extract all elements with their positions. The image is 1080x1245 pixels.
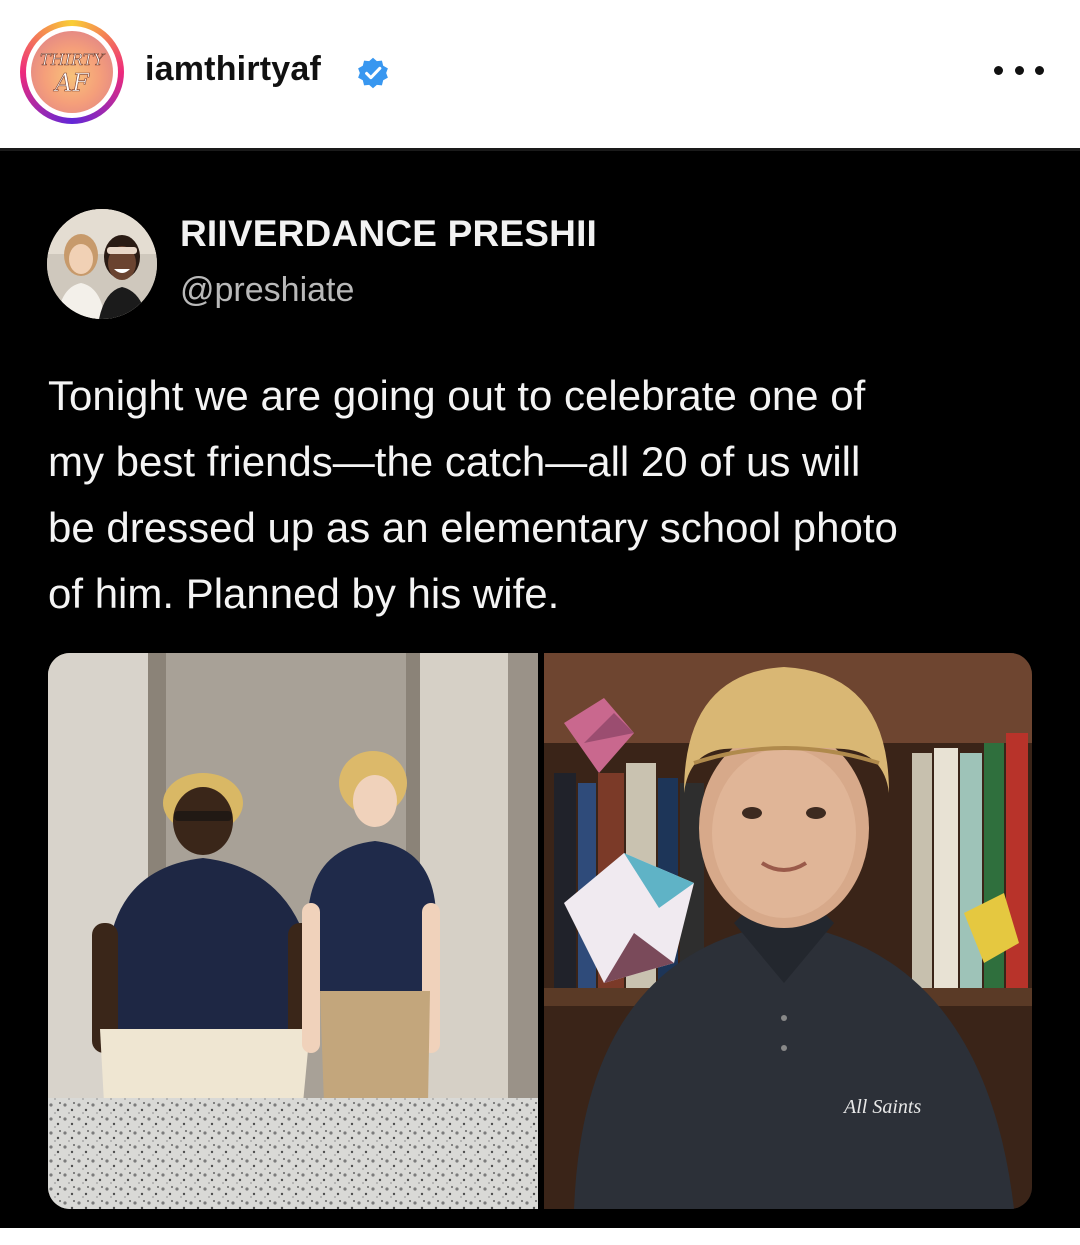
post-bottom-edge: [0, 1228, 1080, 1245]
school-photo[interactable]: All Saints: [544, 653, 1032, 1209]
tweet-text-line: my best friends—the catch—all 20 of us w…: [48, 438, 861, 485]
tweet-author-avatar[interactable]: [47, 209, 157, 319]
instagram-post-header: THIRTY AF iamthirtyaf: [0, 0, 1080, 148]
tweet-text: Tonight we are going out to celebrate on…: [48, 363, 1038, 627]
tweet-text-line: Tonight we are going out to celebrate on…: [48, 372, 866, 419]
tweet-display-name[interactable]: RIIVERDANCE PRESHII: [180, 213, 597, 255]
tweet-screenshot: RIIVERDANCE PRESHII @preshiate Tonight w…: [0, 148, 1080, 1231]
costume-photo-image: [48, 653, 538, 1209]
more-options-icon[interactable]: [994, 60, 1044, 80]
svg-text:AF: AF: [53, 69, 90, 97]
avatar-photo: [47, 209, 157, 319]
tweet-media[interactable]: All Saints: [48, 653, 1032, 1209]
verified-badge-icon: [358, 57, 388, 89]
svg-text:THIRTY: THIRTY: [40, 50, 105, 69]
profile-avatar-frame: THIRTY AF: [26, 26, 118, 118]
tweet-text-line: be dressed up as an elementary school ph…: [48, 504, 898, 551]
profile-username[interactable]: iamthirtyaf: [145, 50, 321, 89]
shirt-logo: All Saints: [842, 1096, 921, 1118]
profile-avatar-story-ring[interactable]: THIRTY AF: [20, 20, 124, 124]
thirty-af-logo: THIRTY AF: [40, 50, 106, 98]
more-dot: [994, 65, 1003, 75]
school-photo-image: All Saints: [544, 653, 1032, 1209]
tweet-handle[interactable]: @preshiate: [180, 271, 354, 310]
tweet-text-line: of him. Planned by his wife.: [48, 570, 560, 617]
more-dot: [1014, 65, 1024, 75]
costume-photo[interactable]: [48, 653, 538, 1209]
more-dot: [1035, 65, 1044, 75]
profile-avatar[interactable]: THIRTY AF: [31, 31, 113, 113]
